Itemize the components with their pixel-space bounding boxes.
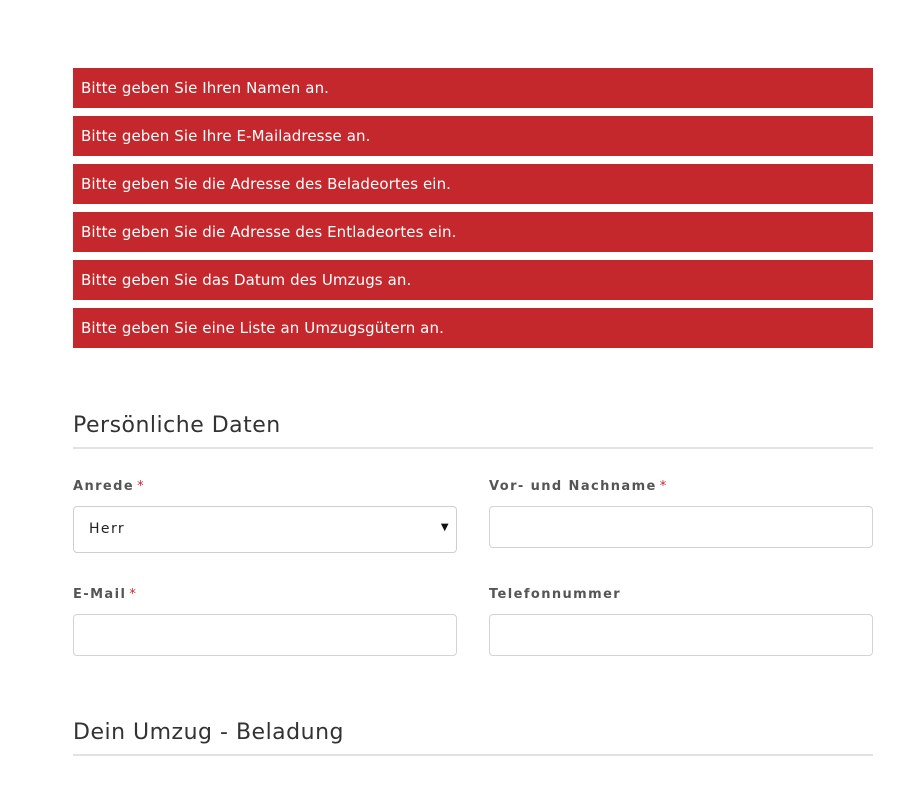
- error-message-unloading-address: Bitte geben Sie die Adresse des Entladeo…: [73, 212, 873, 252]
- section-personal-data: Persönliche Daten: [73, 413, 873, 449]
- full-name-label: Vor- und Nachname *: [489, 479, 668, 494]
- error-message-goods-list: Bitte geben Sie eine Liste an Umzugsgüte…: [73, 308, 873, 348]
- error-list: Bitte geben Sie Ihren Namen an. Bitte ge…: [73, 68, 873, 348]
- field-full-name: Vor- und Nachname *: [489, 478, 873, 548]
- form-container: Bitte geben Sie Ihren Namen an. Bitte ge…: [73, 68, 873, 756]
- anrede-selected-value: Herr: [89, 521, 126, 537]
- field-phone: Telefonnummer: [489, 586, 873, 656]
- error-message-loading-address: Bitte geben Sie die Adresse des Beladeor…: [73, 164, 873, 204]
- error-message-name: Bitte geben Sie Ihren Namen an.: [73, 68, 873, 108]
- phone-input[interactable]: [489, 614, 873, 656]
- error-message-email: Bitte geben Sie Ihre E-Mailadresse an.: [73, 116, 873, 156]
- email-label: E-Mail *: [73, 587, 138, 602]
- field-email: E-Mail *: [73, 586, 457, 656]
- required-marker: *: [129, 587, 138, 602]
- phone-label: Telefonnummer: [489, 587, 622, 602]
- anrede-select[interactable]: Herr ▼: [73, 506, 457, 553]
- field-anrede: Anrede * Herr ▼: [73, 478, 457, 553]
- required-marker: *: [659, 479, 668, 494]
- full-name-input[interactable]: [489, 506, 873, 548]
- section-title-loading: Dein Umzug - Beladung: [73, 720, 873, 756]
- required-marker: *: [137, 479, 145, 494]
- section-title-personal-data: Persönliche Daten: [73, 413, 873, 449]
- email-input[interactable]: [73, 614, 457, 656]
- anrede-label: Anrede *: [73, 479, 145, 494]
- error-message-moving-date: Bitte geben Sie das Datum des Umzugs an.: [73, 260, 873, 300]
- section-loading: Dein Umzug - Beladung: [73, 720, 873, 756]
- triangle-down-icon: ▼: [440, 522, 450, 533]
